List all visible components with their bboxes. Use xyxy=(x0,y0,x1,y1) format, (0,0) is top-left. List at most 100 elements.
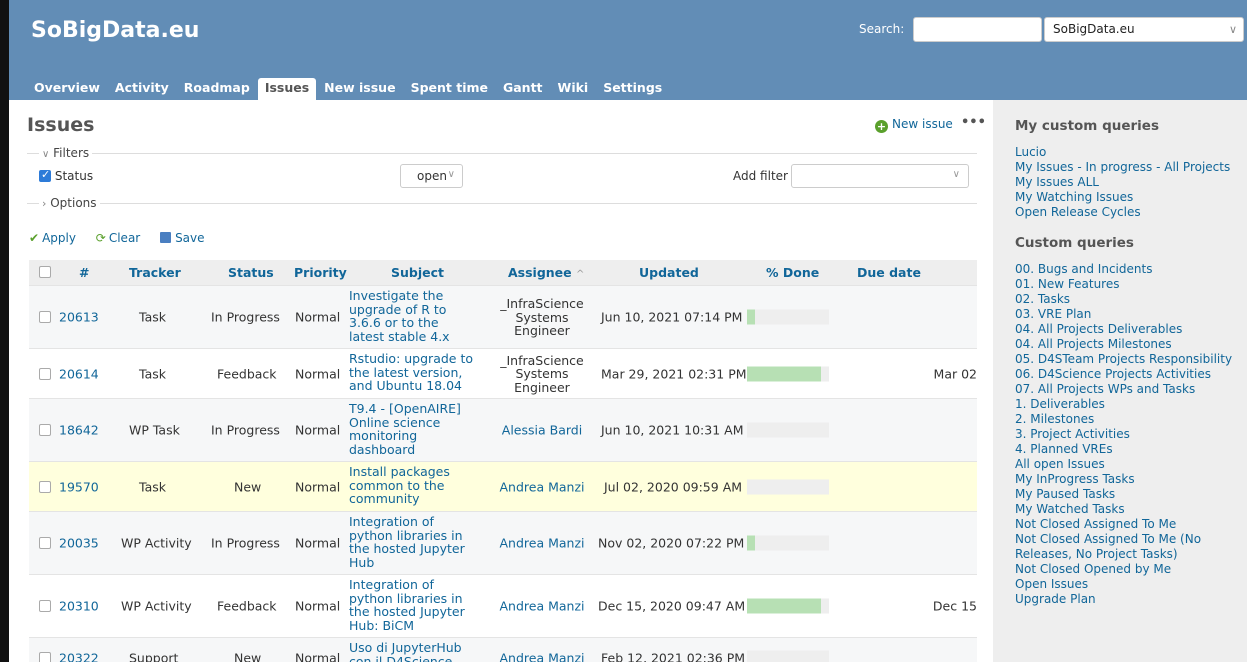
col-priority[interactable]: Priority xyxy=(294,265,347,280)
issue-subject-link[interactable]: Rstudio: upgrade to the latest version, … xyxy=(349,352,475,393)
query-link[interactable]: 4. Planned VREs xyxy=(1015,442,1245,457)
query-link[interactable]: All open Issues xyxy=(1015,457,1245,472)
issue-id-link[interactable]: 18642 xyxy=(59,423,99,438)
row-checkbox[interactable] xyxy=(39,480,51,493)
query-buttons: ✔ Apply ⟳ Clear Save xyxy=(29,231,221,245)
query-link[interactable]: Upgrade Plan xyxy=(1015,592,1245,607)
query-link[interactable]: Open Release Cycles xyxy=(1015,205,1245,220)
query-link[interactable]: My InProgress Tasks xyxy=(1015,472,1245,487)
query-link[interactable]: Not Closed Assigned To Me xyxy=(1015,517,1245,532)
table-row[interactable]: 18642 WP Task In Progress Normal T9.4 - … xyxy=(29,398,977,461)
issue-assignee-link[interactable]: Andrea Manzi xyxy=(487,536,597,550)
filters-legend[interactable]: ∨ Filters xyxy=(39,146,93,160)
status-filter-checkbox[interactable] xyxy=(39,168,51,182)
row-checkbox[interactable] xyxy=(39,311,51,323)
col-status[interactable]: Status xyxy=(228,265,274,280)
tab-gantt[interactable]: Gantt xyxy=(496,78,550,100)
query-link[interactable]: Open Issues xyxy=(1015,577,1245,592)
progress-fill xyxy=(747,309,756,325)
progress-bar xyxy=(747,422,829,438)
project-jump-select[interactable]: SoBigData.eu ∨ xyxy=(1044,17,1244,42)
tab-overview[interactable]: Overview xyxy=(27,78,107,100)
table-row[interactable]: 20322 Support New Normal Uso di JupyterH… xyxy=(29,637,977,662)
issue-id-link[interactable]: 20035 xyxy=(59,536,99,551)
col-subject[interactable]: Subject xyxy=(391,265,444,280)
issue-assignee-link[interactable]: Andrea Manzi xyxy=(487,480,597,494)
save-button[interactable]: Save xyxy=(160,231,212,245)
query-link[interactable]: Not Closed Opened by Me xyxy=(1015,562,1245,577)
query-link[interactable]: 3. Project Activities xyxy=(1015,427,1245,442)
filters-legend-label: Filters xyxy=(53,146,90,160)
issue-subject-link[interactable]: Integration of python libraries in the h… xyxy=(349,515,475,569)
row-checkbox[interactable] xyxy=(39,367,51,380)
search-input[interactable] xyxy=(913,17,1042,42)
col-due[interactable]: Due date xyxy=(857,265,921,280)
col-done[interactable]: % Done xyxy=(766,265,819,280)
query-link[interactable]: 2. Milestones xyxy=(1015,412,1245,427)
tab-issues[interactable]: Issues xyxy=(257,78,317,100)
issue-subject-link[interactable]: Uso di JupyterHub con il D4Science xyxy=(349,641,475,662)
tab-wiki[interactable]: Wiki xyxy=(551,78,596,100)
col-assignee[interactable]: Assignee ^ xyxy=(508,265,584,280)
more-actions-icon[interactable]: ••• xyxy=(961,115,986,130)
query-link[interactable]: 06. D4Science Projects Activities xyxy=(1015,367,1245,382)
issue-id-link[interactable]: 20614 xyxy=(59,366,99,381)
issue-id-link[interactable]: 20613 xyxy=(59,310,99,325)
query-link[interactable]: My Watched Tasks xyxy=(1015,502,1245,517)
tab-activity[interactable]: Activity xyxy=(108,78,176,100)
query-link[interactable]: 1. Deliverables xyxy=(1015,397,1245,412)
issue-subject-link[interactable]: Investigate the upgrade of R to 3.6.6 or… xyxy=(349,289,475,343)
issue-subject-link[interactable]: Integration of python libraries in the h… xyxy=(349,578,475,632)
query-link[interactable]: 02. Tasks xyxy=(1015,292,1245,307)
new-issue-link[interactable]: + New issue xyxy=(875,117,953,133)
tab-settings[interactable]: Settings xyxy=(596,78,669,100)
col-tracker[interactable]: Tracker xyxy=(129,265,181,280)
query-link[interactable]: 05. D4STeam Projects Responsibility xyxy=(1015,352,1245,367)
query-link[interactable]: My Watching Issues xyxy=(1015,190,1245,205)
issue-assignee-link[interactable]: Alessia Bardi xyxy=(487,423,597,437)
query-link[interactable]: Lucio xyxy=(1015,145,1245,160)
site-title[interactable]: SoBigData.eu xyxy=(31,18,199,43)
apply-button[interactable]: ✔ Apply xyxy=(29,231,84,245)
options-legend-label: Options xyxy=(50,196,97,210)
table-row[interactable]: 20035 WP Activity In Progress Normal Int… xyxy=(29,511,977,574)
issue-id-link[interactable]: 20310 xyxy=(59,599,99,614)
table-row[interactable]: 20310 WP Activity Feedback Normal Integr… xyxy=(29,574,977,637)
issue-assignee-link[interactable]: Andrea Manzi xyxy=(487,599,597,613)
col-updated[interactable]: Updated xyxy=(639,265,699,280)
query-link[interactable]: 04. All Projects Deliverables xyxy=(1015,322,1245,337)
table-row[interactable]: 20613 Task In Progress Normal Investigat… xyxy=(29,285,977,348)
options-legend[interactable]: › Options xyxy=(39,196,100,210)
progress-fill xyxy=(747,535,756,551)
issue-subject-link[interactable]: T9.4 - [OpenAIRE] Online science monitor… xyxy=(349,402,475,456)
issue-tracker: Support xyxy=(129,650,179,662)
query-link[interactable]: My Issues ALL xyxy=(1015,175,1245,190)
query-link[interactable]: Not Closed Assigned To Me (No Releases, … xyxy=(1015,532,1245,562)
status-operator-select[interactable]: open ∨ xyxy=(400,164,463,188)
issue-subject-link[interactable]: Install packages common to the community xyxy=(349,465,475,506)
tab-spent-time[interactable]: Spent time xyxy=(404,78,495,100)
table-row[interactable]: 19570 Task New Normal Install packages c… xyxy=(29,461,977,511)
query-link[interactable]: My Paused Tasks xyxy=(1015,487,1245,502)
query-link[interactable]: 07. All Projects WPs and Tasks xyxy=(1015,382,1245,397)
col-id[interactable]: # xyxy=(79,265,89,280)
select-all-checkbox[interactable] xyxy=(39,266,51,278)
progress-bar xyxy=(747,479,829,494)
row-checkbox[interactable] xyxy=(39,651,51,662)
query-link[interactable]: My Issues - In progress - All Projects xyxy=(1015,160,1245,175)
query-link[interactable]: 04. All Projects Milestones xyxy=(1015,337,1245,352)
tab-new-issue[interactable]: New issue xyxy=(317,78,402,100)
clear-button[interactable]: ⟳ Clear xyxy=(96,231,148,245)
issue-assignee-link[interactable]: Andrea Manzi xyxy=(487,651,597,662)
tab-roadmap[interactable]: Roadmap xyxy=(177,78,257,100)
row-checkbox[interactable] xyxy=(39,537,51,549)
add-filter-select[interactable]: ∨ xyxy=(791,164,969,188)
query-link[interactable]: 03. VRE Plan xyxy=(1015,307,1245,322)
row-checkbox[interactable] xyxy=(39,424,51,436)
issue-id-link[interactable]: 20322 xyxy=(59,650,99,662)
table-row[interactable]: 20614 Task Feedback Normal Rstudio: upgr… xyxy=(29,348,977,398)
issue-id-link[interactable]: 19570 xyxy=(59,479,99,494)
query-link[interactable]: 01. New Features xyxy=(1015,277,1245,292)
row-checkbox[interactable] xyxy=(39,600,51,612)
query-link[interactable]: 00. Bugs and Incidents xyxy=(1015,262,1245,277)
